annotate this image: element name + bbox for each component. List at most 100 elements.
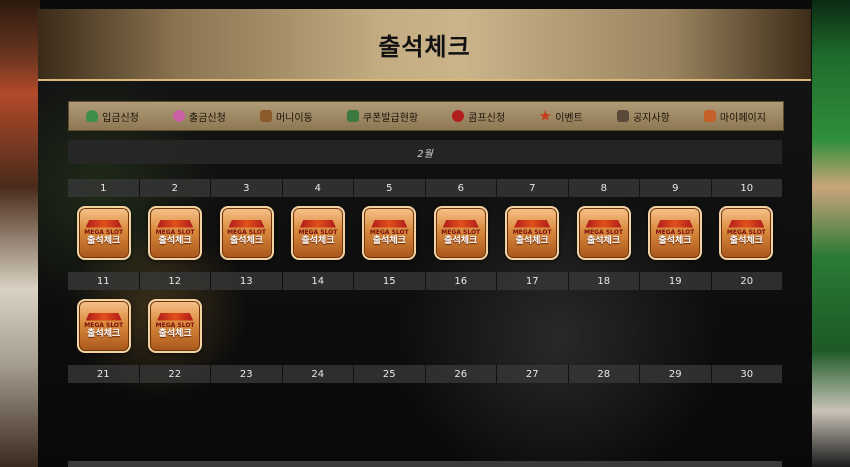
day-row-week3: 21 22 23 24 25 26 27 28 29 30	[68, 365, 782, 383]
stamp-brand: MEGA SLOT	[726, 228, 766, 236]
attendance-stamp-icon: MEGA SLOT 출석체크	[576, 206, 631, 260]
menu-label: 입금신청	[102, 112, 139, 124]
menu-deposit[interactable]: 입금신청	[86, 109, 139, 124]
mega-slot-logo-icon	[585, 219, 622, 228]
stamp-cell: MEGA SLOT 출석체크	[68, 299, 139, 353]
left-character-art	[0, 0, 40, 467]
day-cell: 9	[640, 179, 712, 197]
day-cell: 29	[640, 365, 712, 383]
mega-slot-logo-icon	[728, 219, 765, 228]
page-header: 출석체크	[38, 9, 811, 81]
stamp-text: 출석체크	[158, 235, 192, 246]
menu-label: 쿠폰발급현황	[362, 112, 419, 124]
attendance-stamp-icon: MEGA SLOT 출석체크	[647, 206, 702, 260]
day-cell: 11	[68, 272, 140, 290]
stamp-cell: MEGA SLOT 출석체크	[496, 206, 567, 260]
stamp-cell: MEGA SLOT 출석체크	[68, 206, 139, 260]
mega-slot-logo-icon	[157, 312, 194, 321]
stamp-cell: MEGA SLOT 출석체크	[139, 299, 210, 353]
menu-label: 콤프신청	[468, 112, 506, 124]
stamp-brand: MEGA SLOT	[84, 228, 124, 236]
mega-slot-logo-icon	[514, 219, 551, 228]
menu-mypage[interactable]: 마이페이지	[703, 109, 766, 124]
stamp-cell: MEGA SLOT 출석체크	[425, 206, 496, 260]
stamp-cell	[711, 299, 782, 353]
attendance-stamp-icon: MEGA SLOT 출석체크	[76, 206, 131, 260]
day-cell: 22	[139, 365, 211, 383]
stamp-cell: MEGA SLOT 출석체크	[139, 206, 210, 260]
menu-notice[interactable]: 공지사항	[616, 109, 670, 124]
menu-label: 공지사항	[632, 112, 670, 124]
stamp-cell: MEGA SLOT 출석체크	[639, 206, 710, 260]
attendance-stamp-icon: MEGA SLOT 출석체크	[219, 206, 274, 260]
stamp-text: 출석체크	[515, 235, 549, 246]
day-cell: 12	[139, 272, 211, 290]
day-cell: 16	[425, 272, 497, 290]
mega-slot-logo-icon	[442, 219, 479, 228]
attendance-stamp-icon: MEGA SLOT 출석체크	[148, 206, 203, 260]
day-cell: 1	[68, 179, 140, 197]
menu-event[interactable]: 이벤트	[539, 109, 583, 124]
day-cell: 18	[568, 272, 640, 290]
menu-bar: 입금신청 출금신청 머니이동 쿠폰발급현황 콤프신청 이벤트 공지사항 마이페이…	[68, 101, 784, 131]
attendance-stamp-icon: MEGA SLOT 출석체크	[719, 206, 774, 260]
stamp-row-week2: MEGA SLOT 출석체크 MEGA SLOT 출석체크	[68, 299, 782, 353]
day-cell: 21	[68, 365, 140, 383]
menu-comp-request[interactable]: 콤프신청	[452, 109, 505, 124]
stamp-brand: MEGA SLOT	[155, 228, 195, 236]
stamp-brand: MEGA SLOT	[584, 228, 623, 236]
stamp-brand: MEGA SLOT	[298, 228, 338, 236]
stamp-text: 출석체크	[87, 235, 121, 246]
stamp-text: 출석체크	[158, 328, 192, 339]
stamp-cell: MEGA SLOT 출석체크	[211, 206, 282, 260]
stamp-brand: MEGA SLOT	[227, 228, 266, 236]
stamp-text: 출석체크	[301, 235, 335, 246]
star-badge-icon	[539, 110, 551, 121]
attendance-panel: 출석체크 입금신청 출금신청 머니이동 쿠폰발급현황 콤프신청 이벤트 공지사항…	[38, 9, 811, 467]
scroll-icon	[616, 110, 629, 122]
stamp-cell: MEGA SLOT 출석체크	[282, 206, 353, 260]
day-cell: 5	[354, 179, 426, 197]
mega-slot-logo-icon	[85, 312, 122, 321]
day-cell: 24	[282, 365, 354, 383]
day-cell: 28	[568, 365, 640, 383]
mega-slot-logo-icon	[85, 219, 122, 228]
stamp-text: 출석체크	[658, 235, 692, 246]
stamp-text: 출석체크	[729, 235, 763, 246]
attendance-stamp-icon: MEGA SLOT 출석체크	[433, 206, 488, 260]
attendance-stamp-icon: MEGA SLOT 출석체크	[505, 206, 560, 260]
stamp-brand: MEGA SLOT	[155, 321, 195, 329]
menu-label: 머니이동	[275, 112, 313, 124]
mega-slot-logo-icon	[371, 219, 408, 228]
stamp-cell	[568, 299, 639, 353]
gift-icon	[346, 110, 359, 122]
attendance-stamp-icon: MEGA SLOT 출석체크	[362, 206, 417, 260]
mega-slot-logo-icon	[299, 219, 336, 228]
stamp-brand: MEGA SLOT	[84, 321, 124, 329]
donut-coin-icon	[173, 110, 186, 122]
day-cell: 6	[425, 179, 497, 197]
menu-money-transfer[interactable]: 머니이동	[259, 109, 313, 124]
stamp-cell: MEGA SLOT 출석체크	[568, 206, 639, 260]
chest-icon	[259, 110, 272, 122]
day-cell: 20	[711, 272, 782, 290]
cherry-icon	[452, 110, 465, 122]
day-cell: 8	[568, 179, 640, 197]
attendance-stamp-icon: MEGA SLOT 출석체크	[290, 206, 345, 260]
stamp-cell	[354, 299, 425, 353]
day-cell: 27	[497, 365, 569, 383]
stamp-brand: MEGA SLOT	[655, 228, 695, 236]
stamp-text: 출석체크	[229, 235, 264, 246]
day-cell: 13	[211, 272, 283, 290]
stamp-text: 출석체크	[87, 328, 121, 339]
menu-coupon-status[interactable]: 쿠폰발급현황	[346, 109, 419, 124]
day-cell: 4	[282, 179, 354, 197]
mega-slot-logo-icon	[157, 219, 194, 228]
stamp-row-week1: MEGA SLOT 출석체크 MEGA SLOT 출석체크 MEGA SLOT 출석체크 M…	[68, 206, 782, 260]
money-bag-icon	[86, 110, 99, 122]
attendance-stamp-icon: MEGA SLOT 출석체크	[148, 299, 203, 353]
month-label: 2월	[417, 148, 433, 160]
mega-slot-logo-icon	[656, 219, 693, 228]
menu-withdraw[interactable]: 출금신청	[173, 109, 226, 124]
footer-divider	[68, 461, 782, 467]
